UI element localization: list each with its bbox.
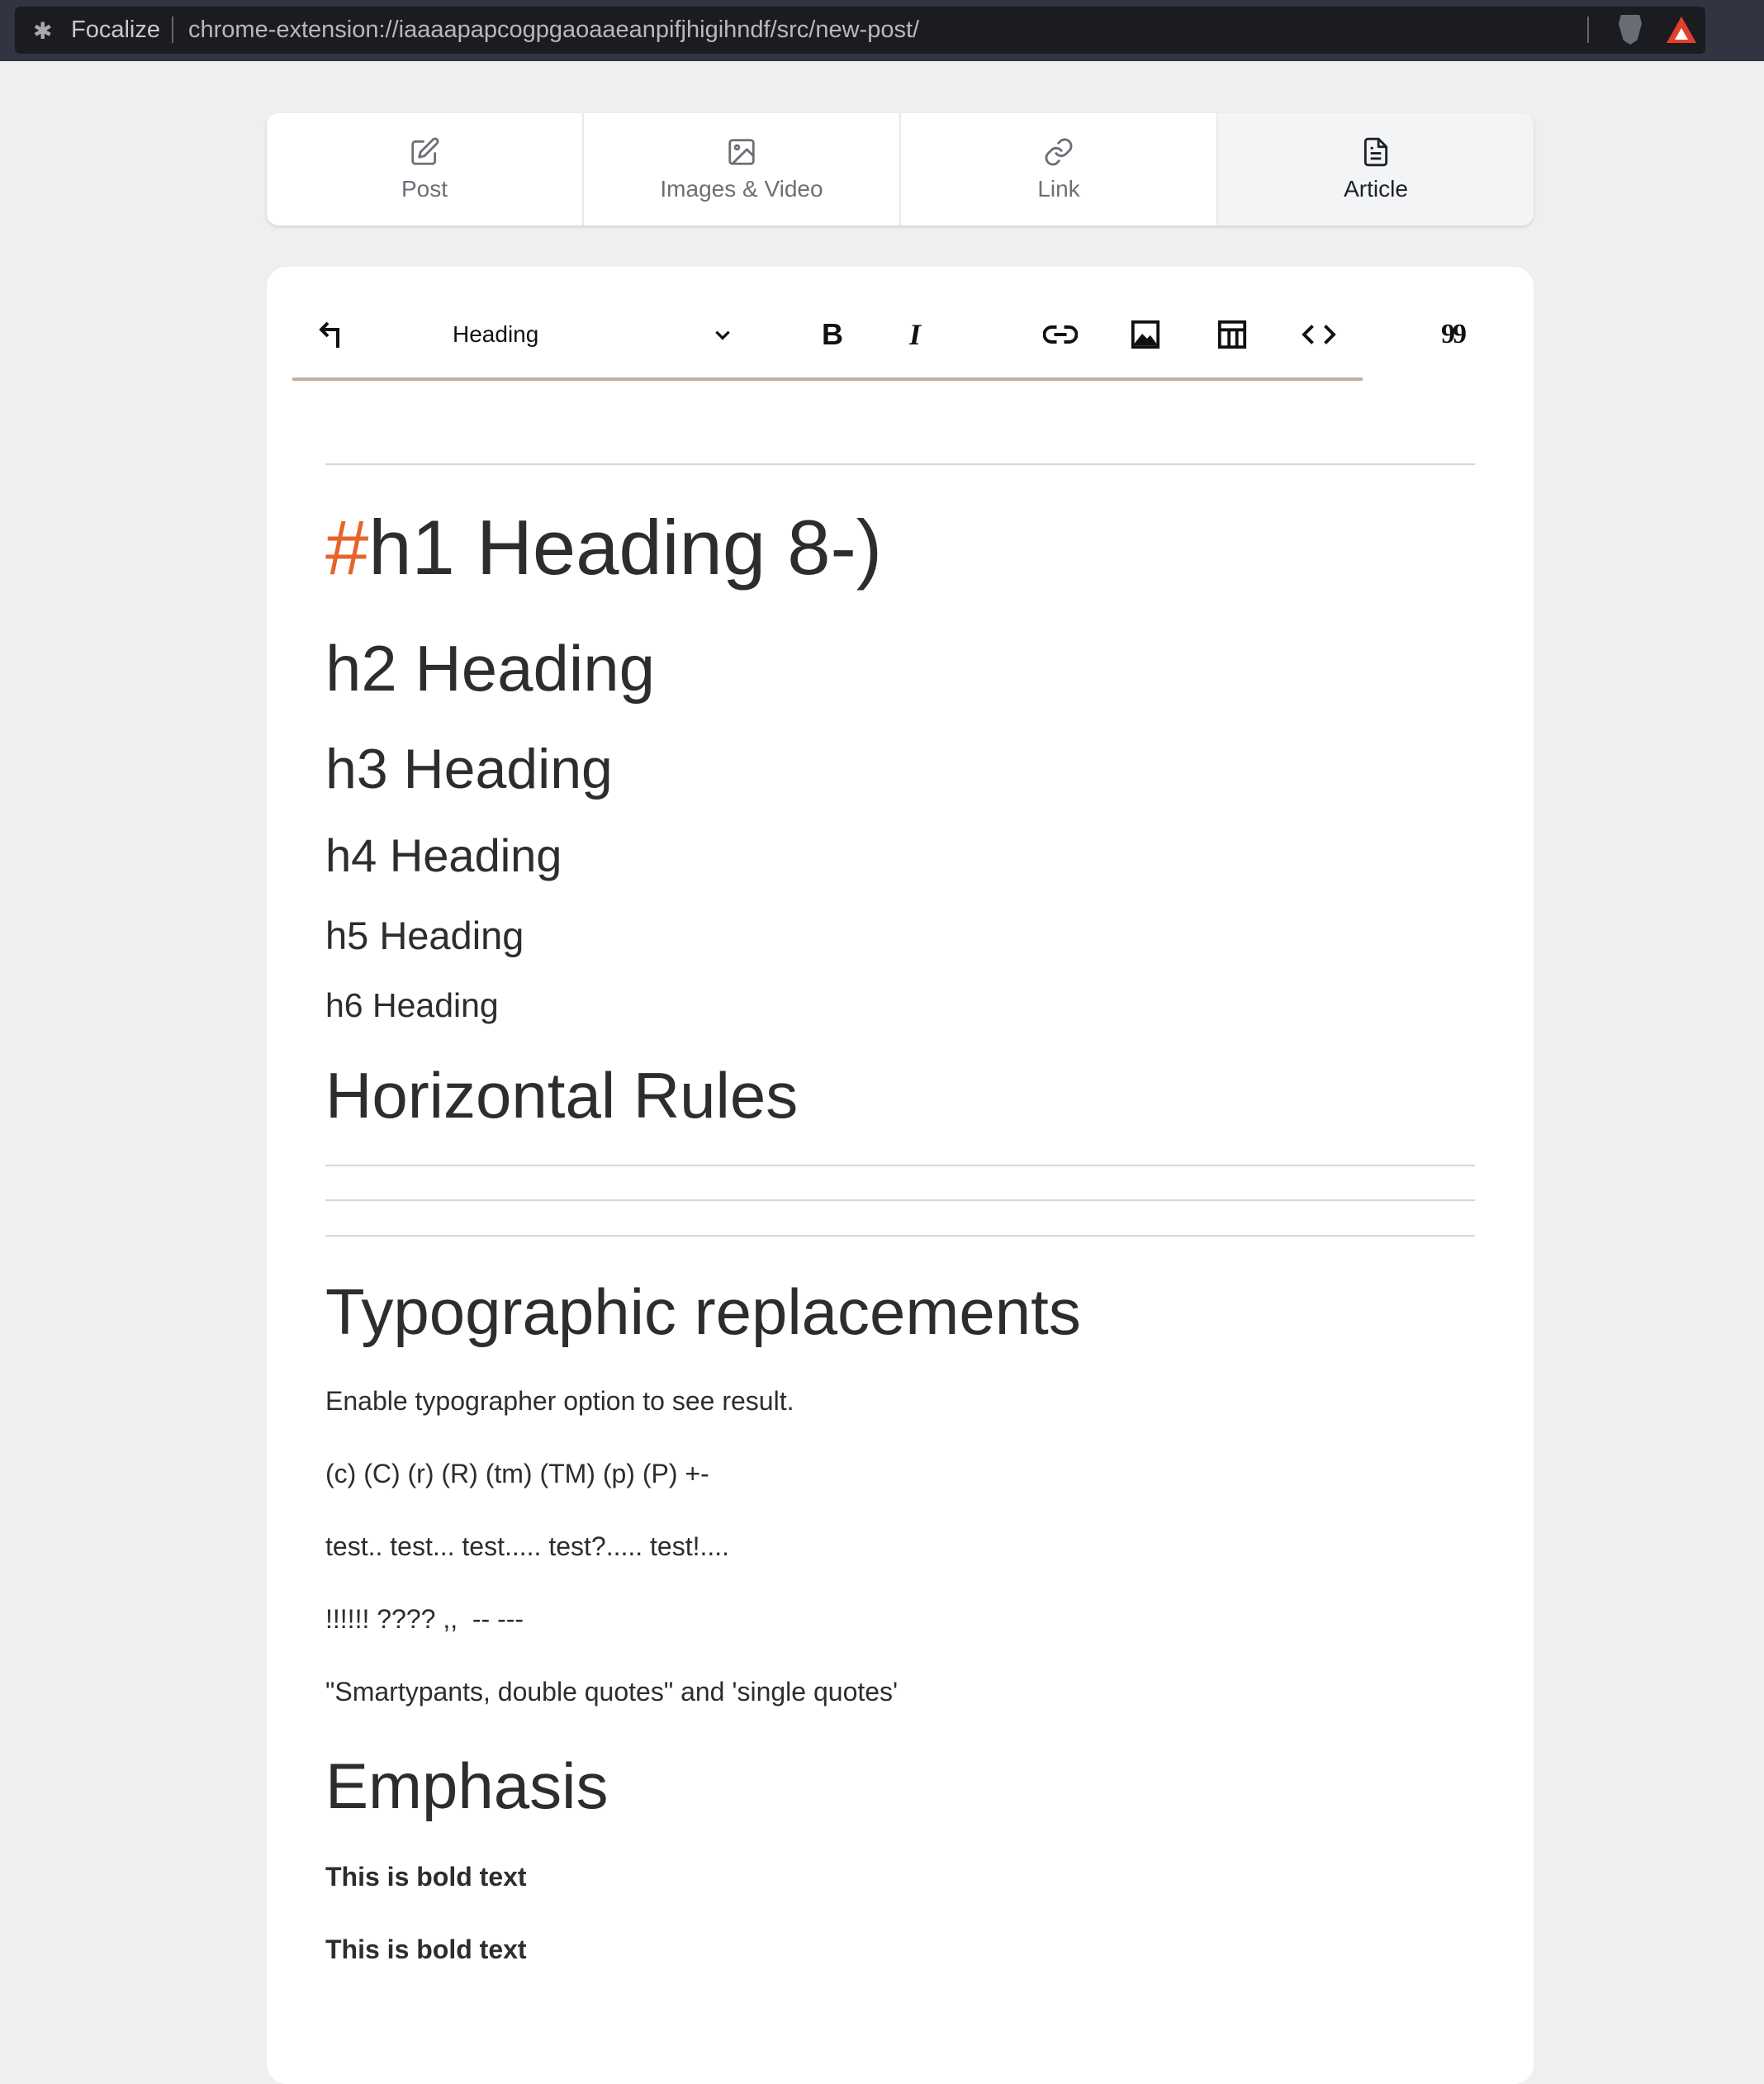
h5-heading: h5 Heading bbox=[325, 914, 524, 957]
paragraph: "Smartypants, double quotes" and 'single… bbox=[325, 1677, 899, 1707]
h2-heading: h2 Heading bbox=[325, 632, 655, 705]
brave-shield-icon[interactable] bbox=[1619, 15, 1642, 45]
link-button[interactable] bbox=[1043, 314, 1078, 355]
editor-card: Heading B I 99 #h1 Heading 8-) h2 Headin… bbox=[267, 267, 1534, 2084]
tab-article[interactable]: Article bbox=[1218, 113, 1534, 225]
section-heading: Typographic replacements bbox=[325, 1275, 1081, 1348]
document-icon bbox=[1363, 137, 1388, 167]
bold-paragraph: This is bold text bbox=[325, 1934, 527, 1964]
toolbar-underline bbox=[292, 377, 1363, 381]
post-type-tabs: Post Images & Video Link Article bbox=[267, 113, 1534, 225]
link-icon bbox=[1043, 325, 1078, 344]
h4-heading: h4 Heading bbox=[325, 829, 562, 881]
quote-icon: 99 bbox=[1441, 319, 1467, 349]
image-icon bbox=[1131, 320, 1160, 349]
tab-label: Link bbox=[1037, 176, 1080, 202]
h3-heading: h3 Heading bbox=[325, 738, 613, 800]
heading-hash-marker: # bbox=[325, 504, 369, 591]
link-icon bbox=[1045, 138, 1073, 166]
tab-label: Article bbox=[1344, 176, 1408, 202]
section-heading: Emphasis bbox=[325, 1749, 609, 1822]
image-button[interactable] bbox=[1130, 314, 1161, 355]
horizontal-rule bbox=[325, 1199, 1475, 1201]
divider bbox=[172, 17, 173, 43]
image-icon bbox=[728, 139, 755, 165]
horizontal-rule bbox=[325, 1235, 1475, 1237]
code-button[interactable] bbox=[1302, 314, 1336, 355]
h6-heading: h6 Heading bbox=[325, 986, 499, 1024]
puzzle-extension-icon: ✱ bbox=[33, 18, 53, 44]
horizontal-rule bbox=[325, 1165, 1475, 1166]
chevron-down-icon bbox=[715, 330, 730, 340]
tab-images-video[interactable]: Images & Video bbox=[584, 113, 901, 225]
brave-rewards-icon[interactable] bbox=[1667, 17, 1696, 43]
divider bbox=[1587, 17, 1589, 43]
url-text[interactable]: chrome-extension://iaaaapapcogpgaoaaeanp… bbox=[188, 17, 919, 44]
tab-post[interactable]: Post bbox=[267, 113, 584, 225]
paragraph: Enable typographer option to see result. bbox=[325, 1386, 794, 1416]
pencil-square-icon bbox=[411, 137, 439, 165]
bold-icon: B bbox=[822, 317, 843, 351]
block-type-value: Heading bbox=[453, 321, 539, 347]
extension-name: Focalize bbox=[71, 17, 160, 43]
undo-button[interactable] bbox=[318, 314, 344, 355]
block-type-select[interactable]: Heading bbox=[453, 314, 733, 355]
bold-paragraph: This is bold text bbox=[325, 1862, 527, 1892]
h1-text: h1 Heading 8-) bbox=[368, 504, 883, 591]
tab-label: Images & Video bbox=[660, 176, 823, 202]
table-icon bbox=[1217, 320, 1247, 349]
address-bar[interactable]: ✱ Focalize chrome-extension://iaaaapapco… bbox=[15, 7, 1705, 54]
italic-button[interactable]: I bbox=[909, 314, 921, 355]
table-button[interactable] bbox=[1216, 314, 1248, 355]
tab-link[interactable]: Link bbox=[901, 113, 1218, 225]
paragraph: (c) (C) (r) (R) (tm) (TM) (p) (P) +- bbox=[325, 1459, 709, 1488]
undo-arrow-icon bbox=[319, 321, 339, 348]
section-heading: Horizontal Rules bbox=[325, 1059, 799, 1132]
code-icon bbox=[1302, 325, 1336, 344]
paragraph: !!!!!! ???? ,, -- --- bbox=[325, 1604, 524, 1634]
bold-button[interactable]: B bbox=[822, 314, 843, 355]
italic-icon: I bbox=[909, 318, 922, 351]
quote-button[interactable]: 99 bbox=[1441, 314, 1467, 355]
h1-heading: #h1 Heading 8-) bbox=[325, 509, 882, 586]
tab-label: Post bbox=[401, 176, 448, 202]
browser-toolbar: ✱ Focalize chrome-extension://iaaaapapco… bbox=[0, 0, 1764, 61]
horizontal-rule bbox=[325, 463, 1475, 465]
paragraph: test.. test... test..... test?..... test… bbox=[325, 1531, 730, 1561]
